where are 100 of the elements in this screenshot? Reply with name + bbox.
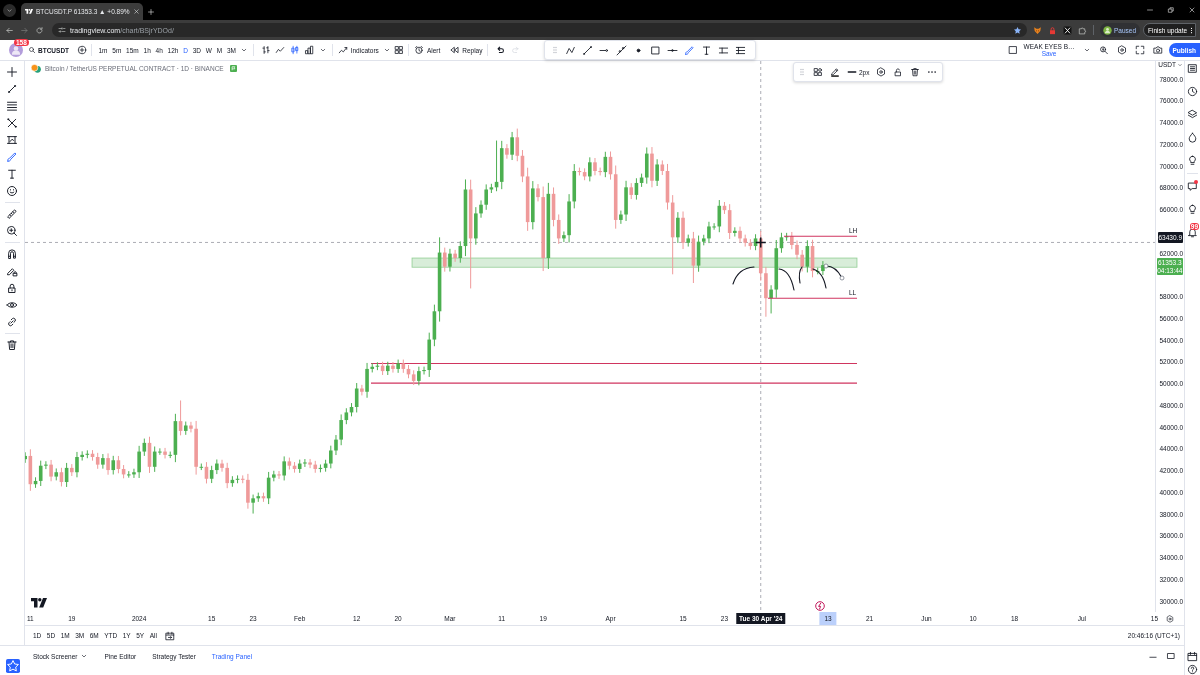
text-icon[interactable] [6, 168, 18, 180]
puzzle-icon[interactable] [1078, 25, 1087, 35]
lightning-icon[interactable] [815, 601, 825, 611]
text-icon[interactable] [701, 44, 713, 56]
avatar-icon[interactable] [9, 43, 23, 57]
bullish-candle [753, 233, 758, 251]
magnet-icon[interactable] [6, 248, 18, 260]
reload-icon[interactable] [35, 25, 44, 35]
columns-icon[interactable] [304, 45, 315, 55]
zoom-in-icon[interactable] [6, 225, 18, 237]
channel-icon[interactable] [735, 44, 747, 56]
bearish-candle [681, 211, 685, 250]
pencil-lock-icon[interactable] [6, 265, 18, 277]
ruler-icon[interactable] [6, 208, 18, 220]
grid-icon[interactable] [393, 45, 404, 55]
sliders-icon[interactable] [58, 26, 66, 34]
line-icon[interactable] [582, 44, 594, 56]
crosshair-icon[interactable] [6, 66, 18, 78]
bearish-candle [391, 361, 395, 374]
curve-line [732, 266, 755, 285]
curve-line [778, 268, 795, 291]
bullish-candle [531, 180, 535, 230]
pen-icon[interactable] [830, 67, 840, 77]
square-icon[interactable] [1007, 45, 1018, 55]
rectangle-icon[interactable] [650, 44, 662, 56]
star-icon[interactable] [5, 659, 20, 673]
parallel-lines-icon[interactable] [718, 44, 730, 56]
bullish-candle [510, 131, 514, 161]
trend-arrow-icon [337, 45, 348, 55]
bearish-candle [650, 146, 654, 188]
caret-icon[interactable] [240, 46, 249, 54]
fox-icon[interactable] [1033, 25, 1042, 35]
calendar-icon[interactable] [165, 630, 176, 641]
alarm-clock-icon [413, 45, 424, 55]
horizontal-lines-icon[interactable] [6, 100, 18, 112]
layers-icon[interactable] [1187, 109, 1198, 120]
bullish-candle [655, 158, 659, 187]
help-icon[interactable] [1187, 664, 1198, 675]
bearish-candle [204, 461, 209, 484]
candles-icon[interactable] [289, 45, 300, 55]
maximize-icon[interactable] [1166, 651, 1176, 661]
link-icon[interactable] [6, 316, 18, 328]
logo-icon [25, 9, 33, 14]
back-icon[interactable] [5, 25, 14, 35]
trend-line-icon[interactable] [6, 83, 18, 95]
camera-icon[interactable] [1152, 45, 1163, 55]
settings-icon[interactable] [876, 67, 887, 77]
search-icon[interactable] [1098, 45, 1109, 55]
caret-icon[interactable] [80, 652, 89, 660]
trash-icon[interactable] [6, 339, 18, 351]
brush-icon[interactable] [684, 44, 696, 56]
smiley-icon[interactable] [6, 185, 18, 197]
bullish-candle [386, 361, 390, 376]
plus-icon[interactable] [147, 8, 155, 16]
caret-icon[interactable] [1082, 46, 1091, 54]
x-pattern-icon[interactable] [6, 117, 18, 129]
bars-icon[interactable] [260, 45, 271, 55]
bullish-candle [805, 239, 810, 273]
curve-line [812, 268, 827, 289]
eye-icon[interactable] [6, 299, 18, 311]
star-icon[interactable] [1013, 25, 1022, 35]
bulb-icon[interactable] [1187, 155, 1198, 166]
chat-icon[interactable] [1187, 181, 1198, 192]
bullish-candle [603, 151, 608, 178]
polyline-icon[interactable] [565, 44, 577, 56]
close-icon[interactable] [1188, 6, 1196, 14]
fullscreen-icon[interactable] [1134, 45, 1145, 55]
cross-icon[interactable] [1063, 25, 1072, 35]
settings-icon[interactable] [1116, 45, 1127, 55]
alarm-clock-icon[interactable] [1187, 86, 1198, 97]
trash-icon[interactable] [910, 67, 921, 77]
restore-icon[interactable] [1167, 6, 1175, 14]
calendar-icon[interactable] [1187, 651, 1198, 662]
bell-icon[interactable] [1187, 227, 1198, 238]
drag-handle-icon[interactable] [551, 46, 560, 54]
range-icon[interactable] [6, 134, 18, 146]
drop-icon[interactable] [1187, 132, 1198, 143]
brush-icon[interactable] [6, 151, 18, 163]
shapes-icon[interactable] [813, 67, 823, 77]
lock-icon[interactable] [6, 282, 18, 294]
bearish-candle [691, 231, 696, 284]
logo-icon [31, 598, 47, 608]
unlock-icon[interactable] [893, 67, 904, 77]
undo-icon[interactable] [495, 45, 506, 55]
caret-icon[interactable] [318, 46, 327, 54]
flag-icon [229, 65, 237, 72]
bearish-candle [106, 452, 110, 476]
list-icon[interactable] [1187, 63, 1198, 74]
bulb-icon[interactable] [1187, 204, 1198, 215]
bearish-candle [629, 182, 634, 200]
crosshair-cursor-icon [755, 236, 767, 249]
extended-line-icon[interactable] [616, 44, 628, 56]
bearish-candle [28, 448, 33, 492]
bearish-candle [70, 463, 74, 477]
settings-icon[interactable] [1165, 614, 1174, 623]
caret-icon[interactable] [382, 46, 391, 54]
line-chart-icon[interactable] [275, 45, 286, 55]
close-icon[interactable] [132, 8, 140, 15]
drag-handle-icon[interactable] [798, 68, 806, 76]
tab-search-button[interactable] [3, 4, 16, 17]
